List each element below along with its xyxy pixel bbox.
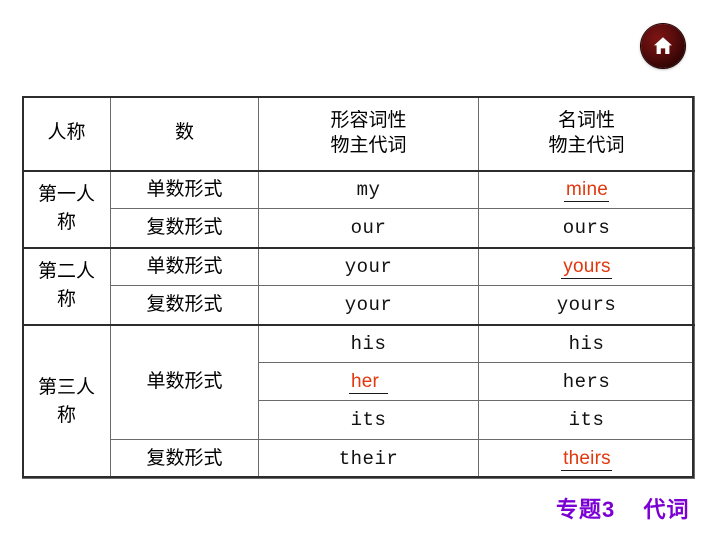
adjective-its: its [258,400,479,440]
table-row: 复数形式 their theirs [23,439,695,479]
header-nominal-possessive: 名词性 物主代词 [478,96,695,172]
header-adjective-possessive: 形容词性 物主代词 [258,96,479,172]
header-adjective-line2: 物主代词 [330,135,407,157]
table-row: 第三人称 单数形式 his his [22,323,695,479]
nominal-yours-text: yours [561,255,612,279]
nominal-theirs-text: theirs [561,448,612,471]
nominal-mine-text: mine [564,178,609,202]
home-button[interactable] [641,24,685,68]
footer-topic: 专题3 代词 [556,492,690,524]
table-row: 复数形式 our ours [23,208,695,248]
table-row: 第二人称 单数形式 your yours [22,246,695,325]
nominal-yours-plural: yours [478,285,695,325]
number-singular: 单数形式 [110,246,259,286]
adjective-your-singular: your [258,246,479,286]
adjective-your-plural: your [258,285,479,325]
person-second: 第二人称 [22,246,111,325]
adjective-my: my [258,169,479,209]
table-row: 复数形式 your yours [23,285,695,325]
adjective-her-text: her [348,370,389,394]
header-nominal-line1: 名词性 [557,109,615,131]
header-nominal-line2: 物主代词 [548,135,625,157]
number-plural: 复数形式 [110,285,259,325]
adjective-their: their [258,439,479,479]
possessive-pronoun-table: 人称 数 形容词性 物主代词 名词性 物主代词 第一人称 单数形式 my min… [22,96,695,479]
nominal-yours-singular: yours [478,246,695,286]
number-plural: 复数形式 [110,439,259,479]
footer-topic-label: 专题3 [556,497,616,522]
adjective-his: his [258,323,479,363]
header-person: 人称 [22,96,111,172]
adjective-our: our [258,208,479,248]
person-first: 第一人称 [22,169,111,248]
table-row: 第一人称 单数形式 my mine [22,169,695,248]
header-number: 数 [110,96,259,172]
number-singular: 单数形式 [110,169,259,209]
table-header-row: 人称 数 形容词性 物主代词 名词性 物主代词 [22,96,695,172]
nominal-ours: ours [478,208,695,248]
person-third: 第三人称 [22,323,111,479]
nominal-theirs: theirs [478,439,695,479]
home-icon [651,34,675,58]
nominal-its: its [478,400,695,440]
nominal-his: his [478,323,695,363]
nominal-mine: mine [478,169,695,209]
number-singular: 单数形式 [110,323,259,440]
number-plural: 复数形式 [110,208,259,248]
nominal-hers: hers [478,362,695,401]
adjective-her: her [258,362,479,401]
footer-topic-name: 代词 [643,497,690,522]
header-adjective-line1: 形容词性 [330,109,407,131]
